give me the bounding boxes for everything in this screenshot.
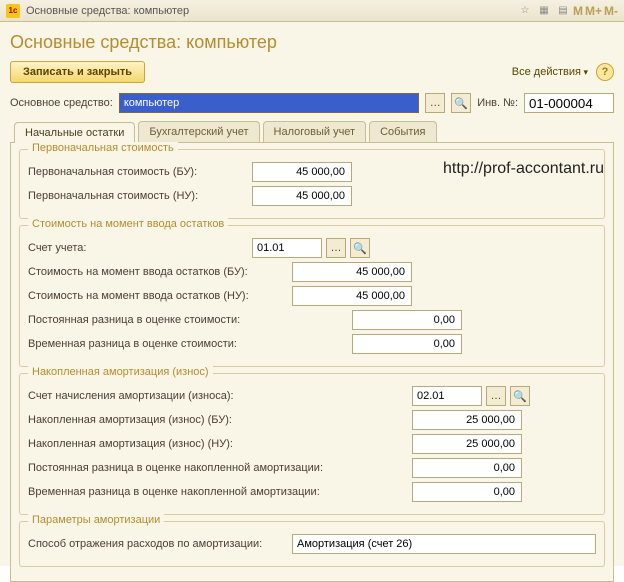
balcost-bu-label: Стоимость на момент ввода остатков (БУ):: [28, 266, 288, 278]
initcost-bu-label: Первоначальная стоимость (БУ):: [28, 166, 248, 178]
perm-diff-input[interactable]: [352, 310, 462, 330]
os-label: Основное средство:: [10, 97, 113, 109]
dep-acct-search-button[interactable]: 🔍: [510, 386, 530, 406]
inv-input[interactable]: [524, 93, 614, 113]
method-input[interactable]: [292, 534, 596, 554]
initcost-bu-input[interactable]: [252, 162, 352, 182]
group-title: Стоимость на момент ввода остатков: [28, 218, 228, 230]
tab-events[interactable]: События: [369, 121, 436, 142]
group-balance-cost: Стоимость на момент ввода остатков Счет …: [19, 225, 605, 367]
balcost-nu-label: Стоимость на момент ввода остатков (НУ):: [28, 290, 288, 302]
dep-nu-label: Накопленная амортизация (износ) (НУ):: [28, 438, 408, 450]
help-button[interactable]: ?: [596, 63, 614, 81]
group-title: Накопленная амортизация (износ): [28, 366, 213, 378]
group-initial-cost: Первоначальная стоимость Первоначальная …: [19, 149, 605, 219]
tab-body: Первоначальная стоимость Первоначальная …: [10, 143, 614, 582]
group-title: Параметры амортизации: [28, 514, 164, 526]
dep-acct-select-button[interactable]: …: [486, 386, 506, 406]
dep-perm-label: Постоянная разница в оценке накопленной …: [28, 462, 408, 474]
window-title: Основные средства: компьютер: [26, 5, 189, 17]
all-actions-menu[interactable]: Все действия: [512, 66, 588, 78]
memory-mminus-button[interactable]: M-: [604, 4, 618, 18]
tab-accounting[interactable]: Бухгалтерский учет: [138, 121, 259, 142]
acct-search-button[interactable]: 🔍: [350, 238, 370, 258]
initcost-nu-label: Первоначальная стоимость (НУ):: [28, 190, 248, 202]
tabs: Начальные остатки Бухгалтерский учет Нал…: [10, 121, 614, 143]
os-select-button[interactable]: …: [425, 93, 445, 113]
favorite-icon[interactable]: ☆: [517, 3, 533, 19]
acct-label: Счет учета:: [28, 242, 248, 254]
page-title: Основные средства: компьютер: [10, 32, 614, 53]
group-dep-params: Параметры амортизации Способ отражения р…: [19, 521, 605, 567]
memory-m-button[interactable]: M: [573, 4, 583, 18]
memory-mplus-button[interactable]: M+: [585, 4, 602, 18]
perm-diff-label: Постоянная разница в оценке стоимости:: [28, 314, 348, 326]
calc-icon[interactable]: ▦: [536, 3, 552, 19]
method-label: Способ отражения расходов по амортизации…: [28, 538, 288, 550]
dep-bu-label: Накопленная амортизация (износ) (БУ):: [28, 414, 408, 426]
dep-temp-label: Временная разница в оценке накопленной а…: [28, 486, 408, 498]
save-close-button[interactable]: Записать и закрыть: [10, 61, 145, 83]
acct-input[interactable]: [252, 238, 322, 258]
temp-diff-input[interactable]: [352, 334, 462, 354]
dep-bu-input[interactable]: [412, 410, 522, 430]
dep-acct-label: Счет начисления амортизации (износа):: [28, 390, 408, 402]
group-title: Первоначальная стоимость: [28, 142, 178, 154]
os-input[interactable]: компьютер: [119, 93, 419, 113]
temp-diff-label: Временная разница в оценке стоимости:: [28, 338, 348, 350]
titlebar: 1c Основные средства: компьютер ☆ ▦ ▤ M …: [0, 0, 624, 22]
tab-initial-balances[interactable]: Начальные остатки: [14, 122, 135, 143]
os-search-button[interactable]: 🔍: [451, 93, 471, 113]
balcost-nu-input[interactable]: [292, 286, 412, 306]
balcost-bu-input[interactable]: [292, 262, 412, 282]
group-depreciation: Накопленная амортизация (износ) Счет нач…: [19, 373, 605, 515]
dep-nu-input[interactable]: [412, 434, 522, 454]
app-logo-icon: 1c: [6, 4, 20, 18]
dep-temp-input[interactable]: [412, 482, 522, 502]
initcost-nu-input[interactable]: [252, 186, 352, 206]
inv-label: Инв. №:: [477, 97, 518, 109]
dep-perm-input[interactable]: [412, 458, 522, 478]
dep-acct-input[interactable]: [412, 386, 482, 406]
tab-tax[interactable]: Налоговый учет: [263, 121, 367, 142]
acct-select-button[interactable]: …: [326, 238, 346, 258]
calendar-icon[interactable]: ▤: [555, 3, 571, 19]
